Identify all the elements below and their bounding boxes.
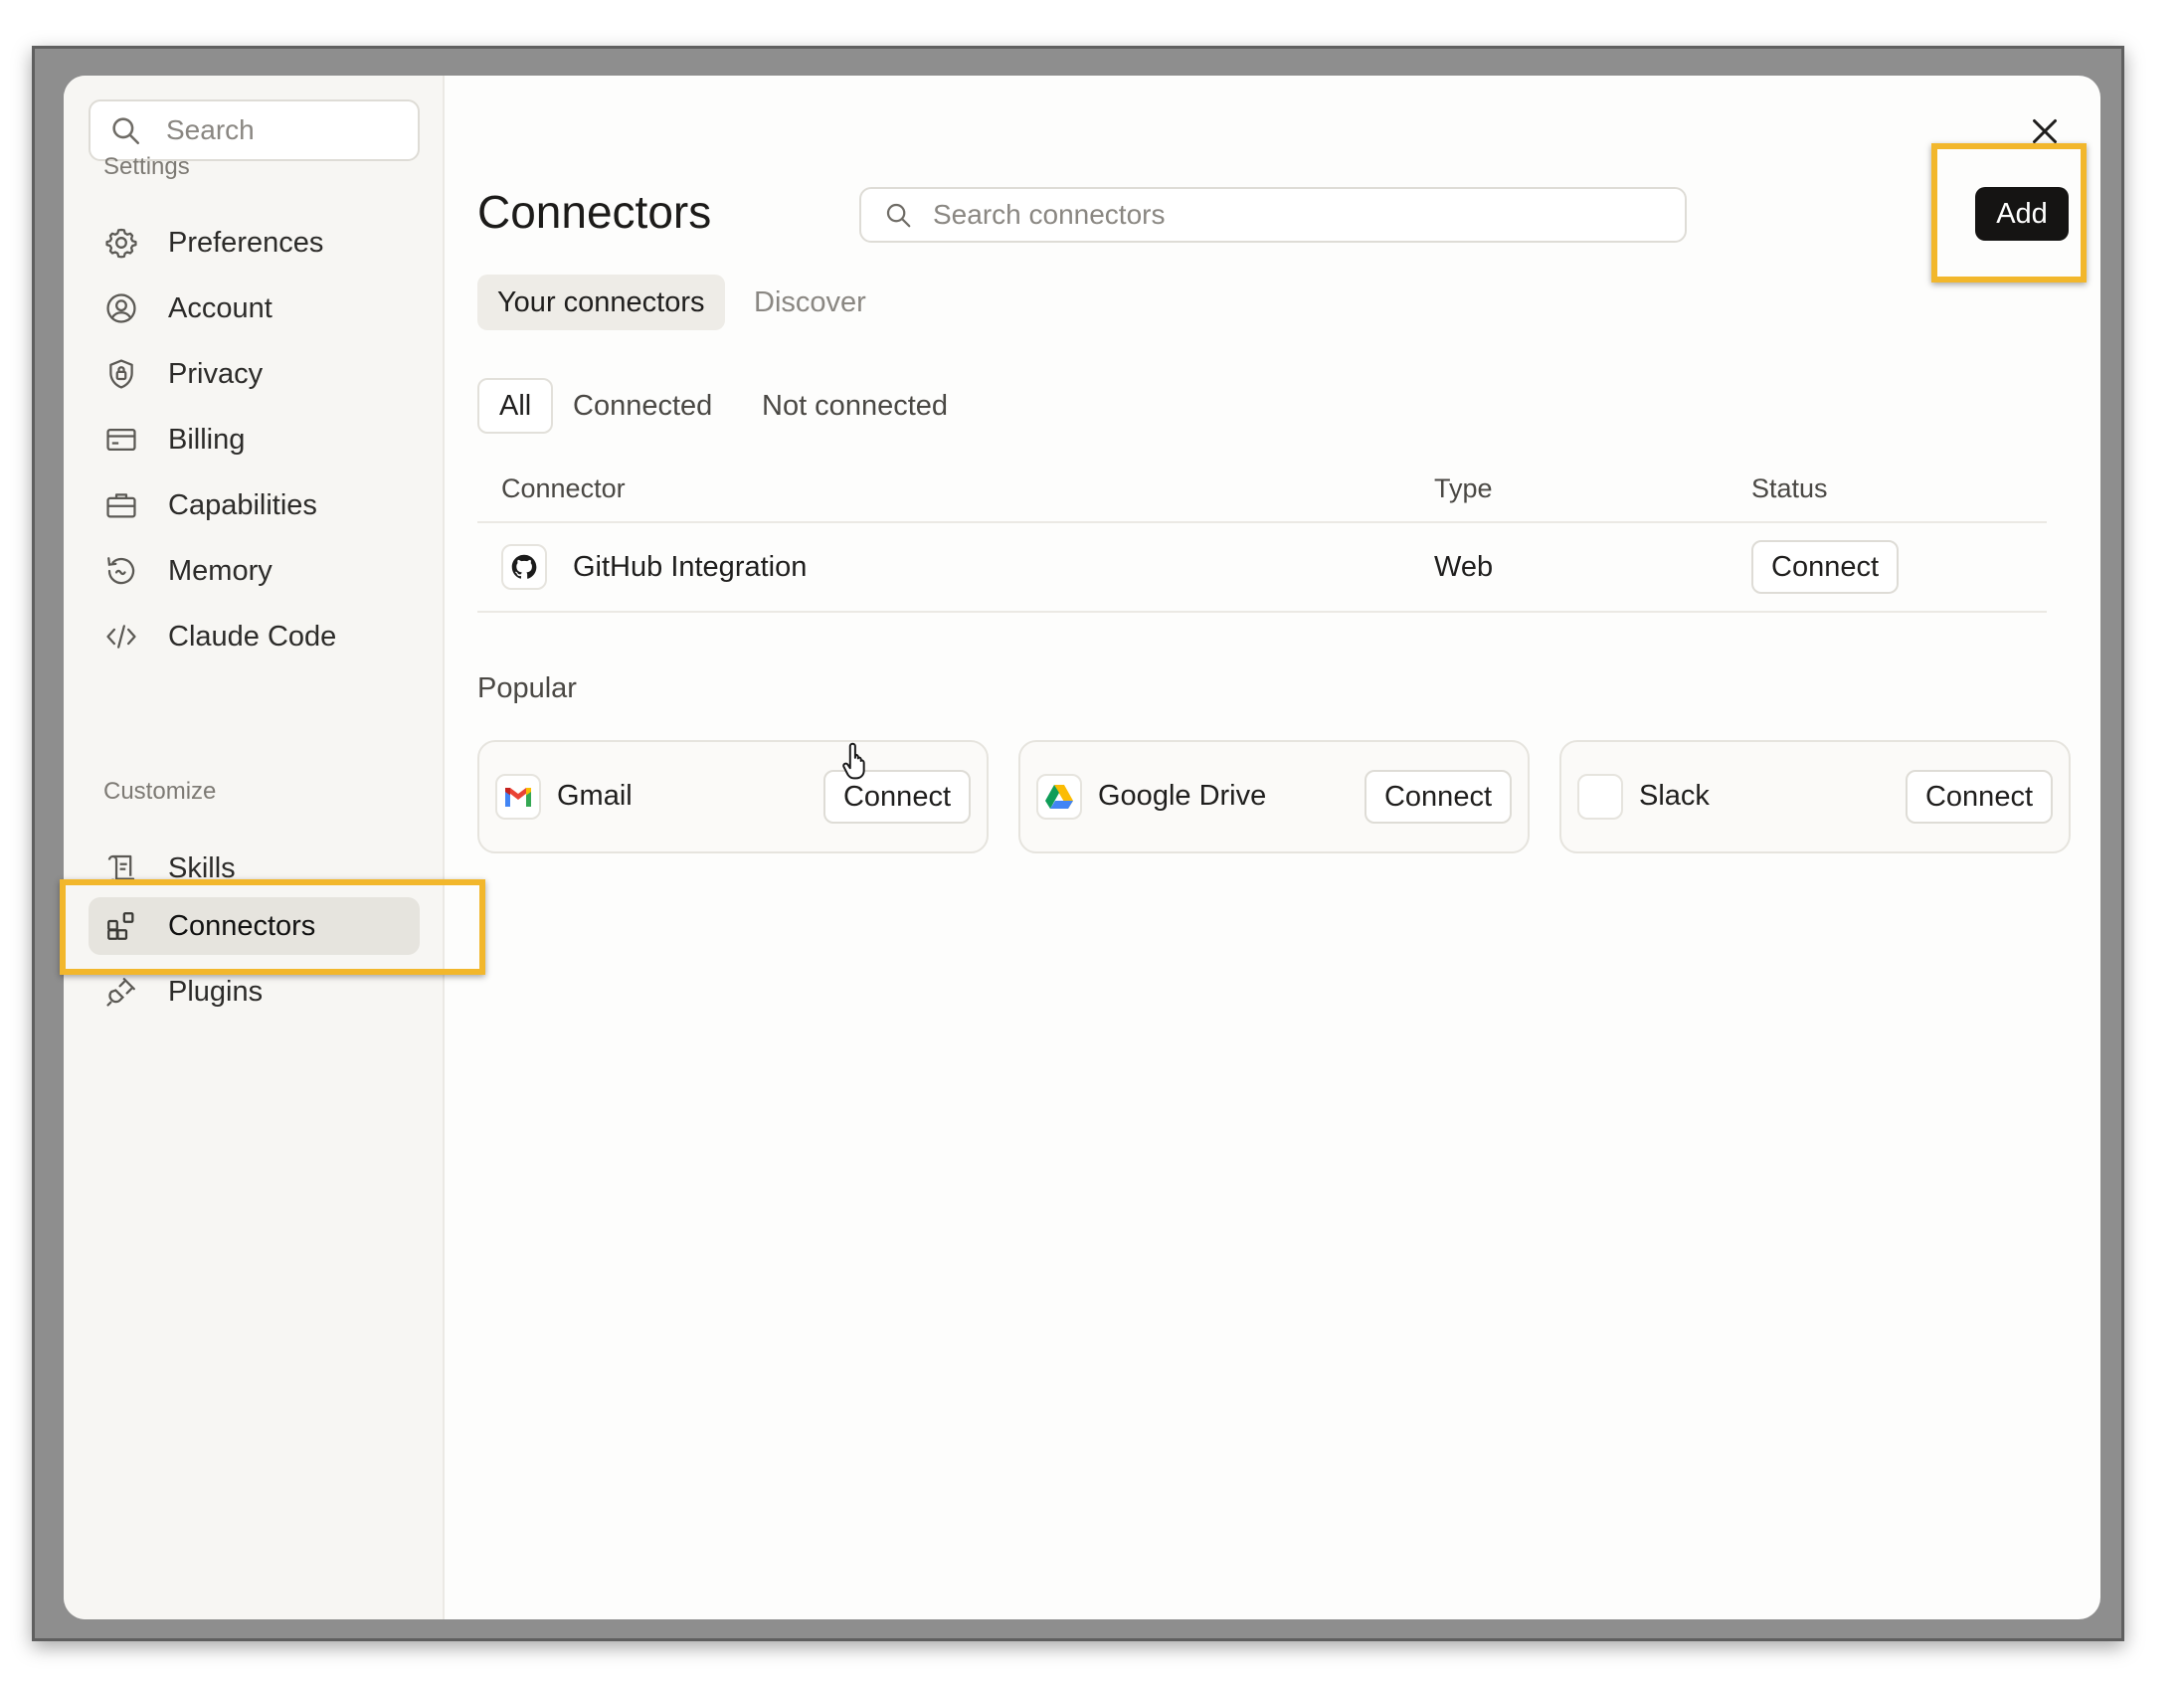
sidebar-item-capabilities[interactable]: Capabilities xyxy=(89,476,420,534)
tab-your-connectors[interactable]: Your connectors xyxy=(477,275,725,330)
filter-not-connected[interactable]: Not connected xyxy=(742,378,968,434)
google-drive-icon xyxy=(1045,785,1073,809)
github-icon xyxy=(511,554,537,579)
sidebar-item-label: Preferences xyxy=(168,226,324,259)
gear-icon xyxy=(105,228,137,259)
history-icon xyxy=(107,557,135,585)
sidebar-item-label: Billing xyxy=(168,423,246,456)
sidebar-item-billing[interactable]: Billing xyxy=(89,411,420,469)
column-header-type: Type xyxy=(1434,473,1493,503)
sidebar-item-preferences[interactable]: Preferences xyxy=(89,214,420,272)
sidebar-item-account[interactable]: Account xyxy=(89,280,420,337)
sidebar-item-label: Memory xyxy=(168,554,273,587)
connectors-search[interactable] xyxy=(859,187,1687,243)
slack-logo-box xyxy=(1577,774,1623,820)
credit-card-icon xyxy=(106,428,136,452)
sidebar-item-label: Capabilities xyxy=(168,488,317,521)
settings-section-label: Settings xyxy=(103,153,190,180)
page-title: Connectors xyxy=(477,186,712,238)
popular-card-slack[interactable]: Slack Connect xyxy=(1559,740,2071,853)
popular-section-label: Popular xyxy=(477,672,577,704)
github-logo-box xyxy=(501,544,547,590)
table-divider xyxy=(477,521,2047,523)
briefcase-icon xyxy=(106,493,136,518)
customize-section-label: Customize xyxy=(103,778,217,805)
user-circle-icon xyxy=(106,293,136,323)
column-header-connector: Connector xyxy=(501,473,626,503)
sidebar-item-connectors[interactable]: Connectors xyxy=(89,897,420,955)
github-connect-button[interactable]: Connect xyxy=(1751,540,1900,594)
sidebar-item-label: Claude Code xyxy=(168,620,337,653)
shield-lock-icon xyxy=(109,359,133,389)
slack-connect-button[interactable]: Connect xyxy=(1905,770,2053,824)
popular-card-name: Slack xyxy=(1639,780,1710,812)
sidebar-item-label: Account xyxy=(168,291,273,324)
google-drive-logo-box xyxy=(1036,774,1082,820)
connector-name: GitHub Integration xyxy=(573,551,808,583)
sidebar-item-label: Plugins xyxy=(168,975,264,1008)
search-icon xyxy=(886,203,911,228)
connectors-search-input[interactable] xyxy=(933,199,1669,231)
sidebar-item-memory[interactable]: Memory xyxy=(89,542,420,600)
column-header-status: Status xyxy=(1751,473,1828,503)
plug-icon xyxy=(106,978,135,1007)
popular-card-name: Google Drive xyxy=(1098,780,1267,812)
slack-icon xyxy=(1587,784,1613,810)
popular-card-gmail[interactable]: Gmail Connect xyxy=(477,740,989,853)
sidebar-item-skills[interactable]: Skills xyxy=(89,840,420,897)
sidebar-item-plugins[interactable]: Plugins xyxy=(89,963,420,1021)
sidebar-item-label: Skills xyxy=(168,851,236,884)
filter-connected[interactable]: Connected xyxy=(553,378,732,434)
connector-type: Web xyxy=(1434,551,1494,583)
code-icon xyxy=(106,625,136,649)
sidebar: Settings Preferences Account Privacy Bil… xyxy=(64,76,445,1619)
google-drive-connect-button[interactable]: Connect xyxy=(1364,770,1512,824)
sidebar-search-input[interactable] xyxy=(166,114,405,146)
add-connector-button[interactable]: Add xyxy=(1975,187,2069,241)
connectors-grid-icon xyxy=(107,912,134,940)
popular-card-name: Gmail xyxy=(557,780,633,812)
gmail-icon xyxy=(505,788,531,807)
sidebar-item-claude-code[interactable]: Claude Code xyxy=(89,608,420,665)
sidebar-item-label: Privacy xyxy=(168,357,264,390)
sidebar-search[interactable] xyxy=(89,99,420,161)
scroll-icon xyxy=(107,854,135,883)
search-icon xyxy=(112,117,140,145)
gmail-logo-box xyxy=(495,774,541,820)
filter-all[interactable]: All xyxy=(477,378,554,434)
hand-cursor-icon xyxy=(842,742,865,780)
sidebar-item-privacy[interactable]: Privacy xyxy=(89,345,420,403)
sidebar-item-label: Connectors xyxy=(168,909,316,942)
popular-card-google-drive[interactable]: Google Drive Connect xyxy=(1018,740,1530,853)
table-divider xyxy=(477,611,2047,613)
close-icon[interactable] xyxy=(2027,113,2063,149)
tab-discover[interactable]: Discover xyxy=(734,275,886,330)
